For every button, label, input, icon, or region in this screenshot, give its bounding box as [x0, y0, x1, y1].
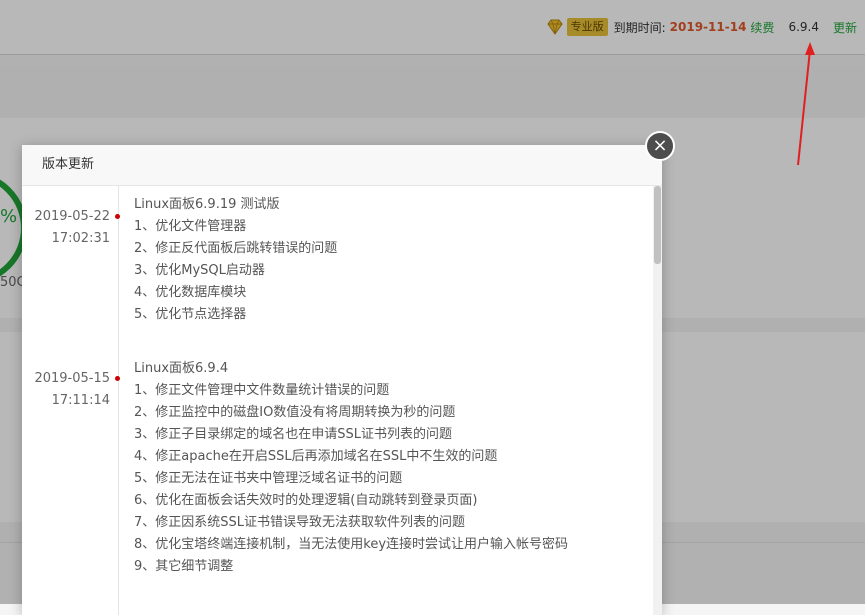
changelog-item: 4、修正apache在开启SSL后再添加域名在SSL中不生效的问题 — [134, 449, 498, 464]
changelog-item: 1、优化文件管理器 — [134, 219, 247, 234]
timeline-dot — [115, 214, 120, 219]
changelog-item: 3、修正子目录绑定的域名也在申请SSL证书列表的问题 — [134, 427, 453, 442]
changelog-item: 8、优化宝塔终端连接机制，当无法使用key连接时尝试让用户输入帐号密码 — [134, 537, 569, 552]
changelog-item: 2、修正反代面板后跳转错误的问题 — [134, 241, 338, 256]
changelog-item: 1、修正文件管理中文件数量统计错误的问题 — [134, 383, 390, 398]
entry-content: Linux面板6.9.4 1、修正文件管理中文件数量统计错误的问题 2、修正监控… — [134, 358, 634, 578]
scrollbar-thumb[interactable] — [654, 186, 661, 264]
changelog-item: 6、优化在面板会话失效时的处理逻辑(自动跳转到登录页面) — [134, 493, 478, 508]
timeline-dot — [115, 376, 120, 381]
entry-title: Linux面板6.9.19 测试版 — [134, 197, 280, 212]
dialog-body[interactable]: 2019-05-22 17:02:31 Linux面板6.9.19 测试版 1、… — [22, 186, 662, 615]
changelog-item: 3、优化MySQL启动器 — [134, 263, 265, 278]
changelog-item: 2、修正监控中的磁盘IO数值没有将周期转换为秒的问题 — [134, 405, 456, 420]
close-button[interactable]: × — [645, 131, 675, 161]
annotation-arrow-icon — [797, 42, 815, 166]
changelog-item: 4、优化数据库模块 — [134, 285, 247, 300]
entry-time: 17:11:14 — [51, 393, 110, 408]
dialog-title: 版本更新 — [22, 145, 662, 186]
version-update-dialog: 版本更新 2019-05-22 17:02:31 Linux面板6.9.19 测… — [22, 145, 662, 615]
changelog-item: 7、修正因系统SSL证书错误导致无法获取软件列表的问题 — [134, 515, 466, 530]
changelog-item: 5、修正无法在证书夹中管理泛域名证书的问题 — [134, 471, 403, 486]
entry-title: Linux面板6.9.4 — [134, 361, 229, 376]
entry-time: 17:02:31 — [51, 231, 110, 246]
dialog-scrollbar[interactable] — [653, 186, 662, 615]
entry-date: 2019-05-22 — [34, 209, 110, 224]
entry-content: Linux面板6.9.19 测试版 1、优化文件管理器 2、修正反代面板后跳转错… — [134, 194, 634, 326]
changelog-item: 5、优化节点选择器 — [134, 307, 247, 322]
changelog-item: 9、其它细节调整 — [134, 559, 234, 574]
timeline-line — [118, 186, 119, 615]
entry-date: 2019-05-15 — [34, 371, 110, 386]
